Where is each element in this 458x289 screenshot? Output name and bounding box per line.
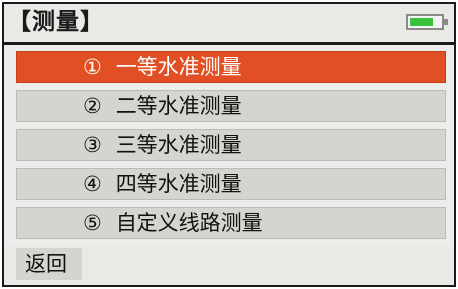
menu-item-number: ②: [83, 94, 102, 118]
menu-item-number: ④: [83, 172, 102, 196]
menu-item-label: 四等水准测量: [115, 172, 242, 196]
menu-item-number: ①: [83, 55, 102, 79]
menu-item-third-order-leveling[interactable]: ③ 三等水准测量: [16, 129, 446, 161]
softkey-bar: 返回: [4, 246, 454, 285]
battery-icon: [406, 14, 448, 30]
menu-item-label: 三等水准测量: [115, 133, 242, 157]
battery-terminal: [444, 19, 448, 25]
menu-item-label: 自定义线路测量: [115, 211, 263, 235]
battery-level-fill: [410, 18, 433, 26]
menu-item-first-order-leveling[interactable]: ① 一等水准测量: [16, 51, 446, 83]
menu-item-label: 二等水准测量: [115, 94, 242, 118]
header-divider: [4, 42, 454, 45]
page-title: 【测量】: [8, 9, 104, 35]
menu-item-second-order-leveling[interactable]: ② 二等水准测量: [16, 90, 446, 122]
menu-item-label: 一等水准测量: [115, 55, 242, 79]
back-button[interactable]: 返回: [16, 248, 82, 280]
title-bar: 【测量】: [4, 4, 454, 40]
menu-item-number: ⑤: [83, 211, 102, 235]
menu-item-custom-route-leveling[interactable]: ⑤ 自定义线路测量: [16, 207, 446, 239]
menu-item-fourth-order-leveling[interactable]: ④ 四等水准测量: [16, 168, 446, 200]
menu-item-number: ③: [83, 133, 102, 157]
device-screen: 【测量】 ① 一等水准测量 ② 二等水准测量 ③ 三等水准测量 ④ 四等水准测量…: [2, 2, 456, 287]
